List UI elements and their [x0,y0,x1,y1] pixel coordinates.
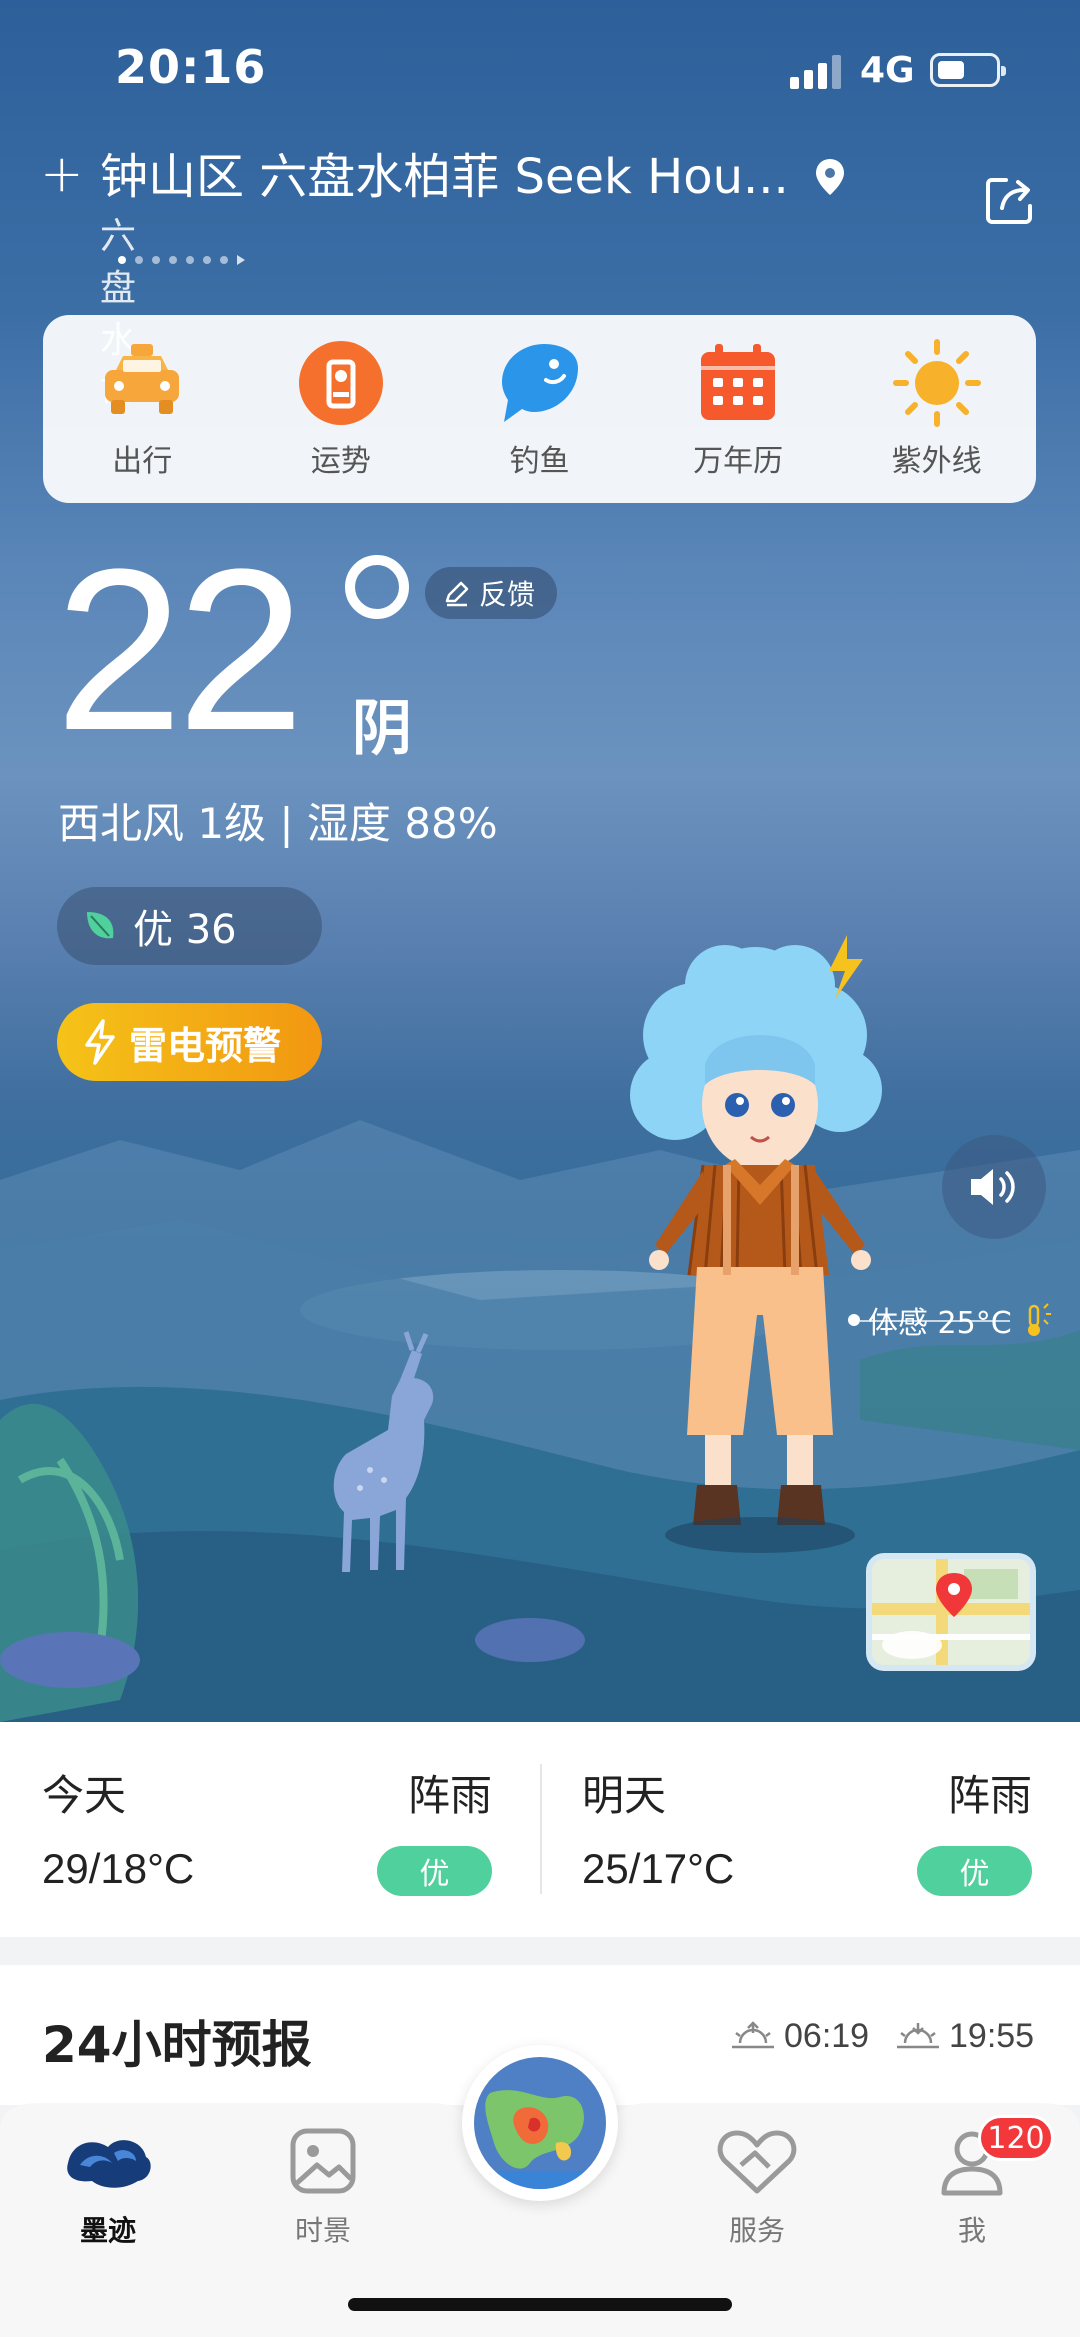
tomorrow-summary[interactable]: 明天 阵雨 25/17°C 优 [540,1722,1080,1937]
tab-services[interactable]: 服务 [677,2123,837,2249]
tab-label: 时景 [294,2214,351,2247]
current-temperature: 22 [55,521,305,778]
feedback-label: 反馈 [479,578,536,611]
weather-map-button[interactable] [866,1553,1036,1671]
quick-action-label: 紫外线 [891,444,982,479]
globe-icon [474,2057,606,2189]
location-title[interactable]: 钟山区 六盘水柏菲 Seek Hou... [100,149,789,205]
quick-action-uv[interactable]: 紫外线 [857,338,1017,480]
daily-summary-card: 今天 阵雨 29/18°C 优 明天 阵雨 25/17°C 优 [0,1722,1080,1937]
location-arrow-icon [237,255,245,265]
weather-globe-button[interactable] [462,2045,618,2201]
hourly-title: 24小时预报 [42,2016,312,2074]
voice-broadcast-button[interactable] [942,1135,1046,1239]
deer-illustration [333,1331,434,1572]
page-indicator [118,255,245,265]
quick-action-label: 万年历 [693,444,784,479]
page-dot [152,256,160,264]
page-dot [118,256,126,264]
quick-action-label: 运势 [310,444,371,479]
notification-badge: 120 [978,2115,1054,2161]
tab-label: 服务 [728,2214,785,2247]
quick-action-calendar[interactable]: 万年历 [658,338,818,480]
page-dot [220,256,228,264]
image-icon [290,2128,356,2194]
tab-label: 我 [957,2214,986,2247]
day-temp-range: 29/18°C [42,1845,195,1892]
day-name: 今天 [42,1771,127,1820]
pencil-icon [445,581,469,607]
day-name: 明天 [582,1771,667,1820]
sunset-time: 19:55 [895,2017,1034,2056]
location-pin-icon [816,159,844,195]
weather-character-illustration [630,935,882,1553]
status-bar: 20:16 4G [0,0,1080,140]
today-summary[interactable]: 今天 阵雨 29/18°C 优 [0,1722,540,1937]
sunrise-label: 06:19 [784,2017,870,2055]
tab-scenes[interactable]: 时景 [243,2123,403,2249]
quick-actions-card: 出行 运势 钓鱼 万年历 紫外线 [43,315,1036,503]
add-city-button[interactable]: + [40,145,84,203]
quick-action-label: 出行 [112,444,173,479]
signal-strength-icon [790,55,841,89]
lightning-icon [85,1019,115,1065]
tab-moji[interactable]: 墨迹 [28,2123,188,2249]
heart-hands-icon [717,2130,797,2194]
aqi-label: 优 36 [133,907,237,953]
page-dot [203,256,211,264]
fish-icon [502,344,579,422]
home-indicator[interactable] [348,2298,732,2311]
wind-humidity: 西北风 1级 | 湿度 88% [58,799,498,848]
sunset-icon [897,2022,939,2048]
network-type: 4G [860,50,915,91]
taxi-icon [105,344,180,414]
thunder-warning-button[interactable]: 雷电预警 [57,1003,322,1081]
speaker-icon [971,1169,1015,1205]
quick-action-label: 钓鱼 [509,444,570,479]
page-dot [135,256,143,264]
sunrise-icon [732,2020,774,2048]
weather-home-screen: 20:16 4G + 钟山区 六盘水柏菲 Seek Hou... 六盘水市 [0,0,1080,2337]
warning-label: 雷电预警 [129,1023,282,1068]
quick-action-fishing[interactable]: 钓鱼 [459,338,619,480]
degree-symbol [345,555,409,619]
map-icon [872,1559,1030,1665]
sun-icon [892,339,981,427]
day-weather: 阵雨 [407,1771,492,1820]
day-temp-range: 25/17°C [582,1845,735,1892]
feels-like-underline [860,1320,1010,1322]
quick-action-travel[interactable]: 出行 [62,338,222,480]
day-aqi-badge: 优 [917,1846,1032,1896]
feedback-button[interactable]: 反馈 [425,567,558,619]
share-icon[interactable] [980,170,1040,230]
battery-icon [930,53,1006,87]
sunrise-time: 06:19 [730,2017,869,2056]
day-aqi-badge: 优 [377,1846,492,1896]
page-dot [186,256,194,264]
sunset-label: 19:55 [949,2017,1035,2055]
day-weather: 阵雨 [947,1771,1032,1820]
thermometer-icon [1027,1303,1051,1336]
clock: 20:16 [115,40,267,94]
calendar-icon [701,344,776,420]
air-quality-button[interactable]: 优 36 [57,887,322,965]
page-dot [169,256,177,264]
fortune-icon [298,341,383,425]
moji-logo-icon [67,2140,151,2188]
tab-label: 墨迹 [79,2214,136,2247]
quick-action-fortune[interactable]: 运势 [261,338,421,480]
leaf-icon [87,912,114,939]
feels-like-dot [848,1314,860,1326]
current-condition: 阴 [352,694,412,764]
